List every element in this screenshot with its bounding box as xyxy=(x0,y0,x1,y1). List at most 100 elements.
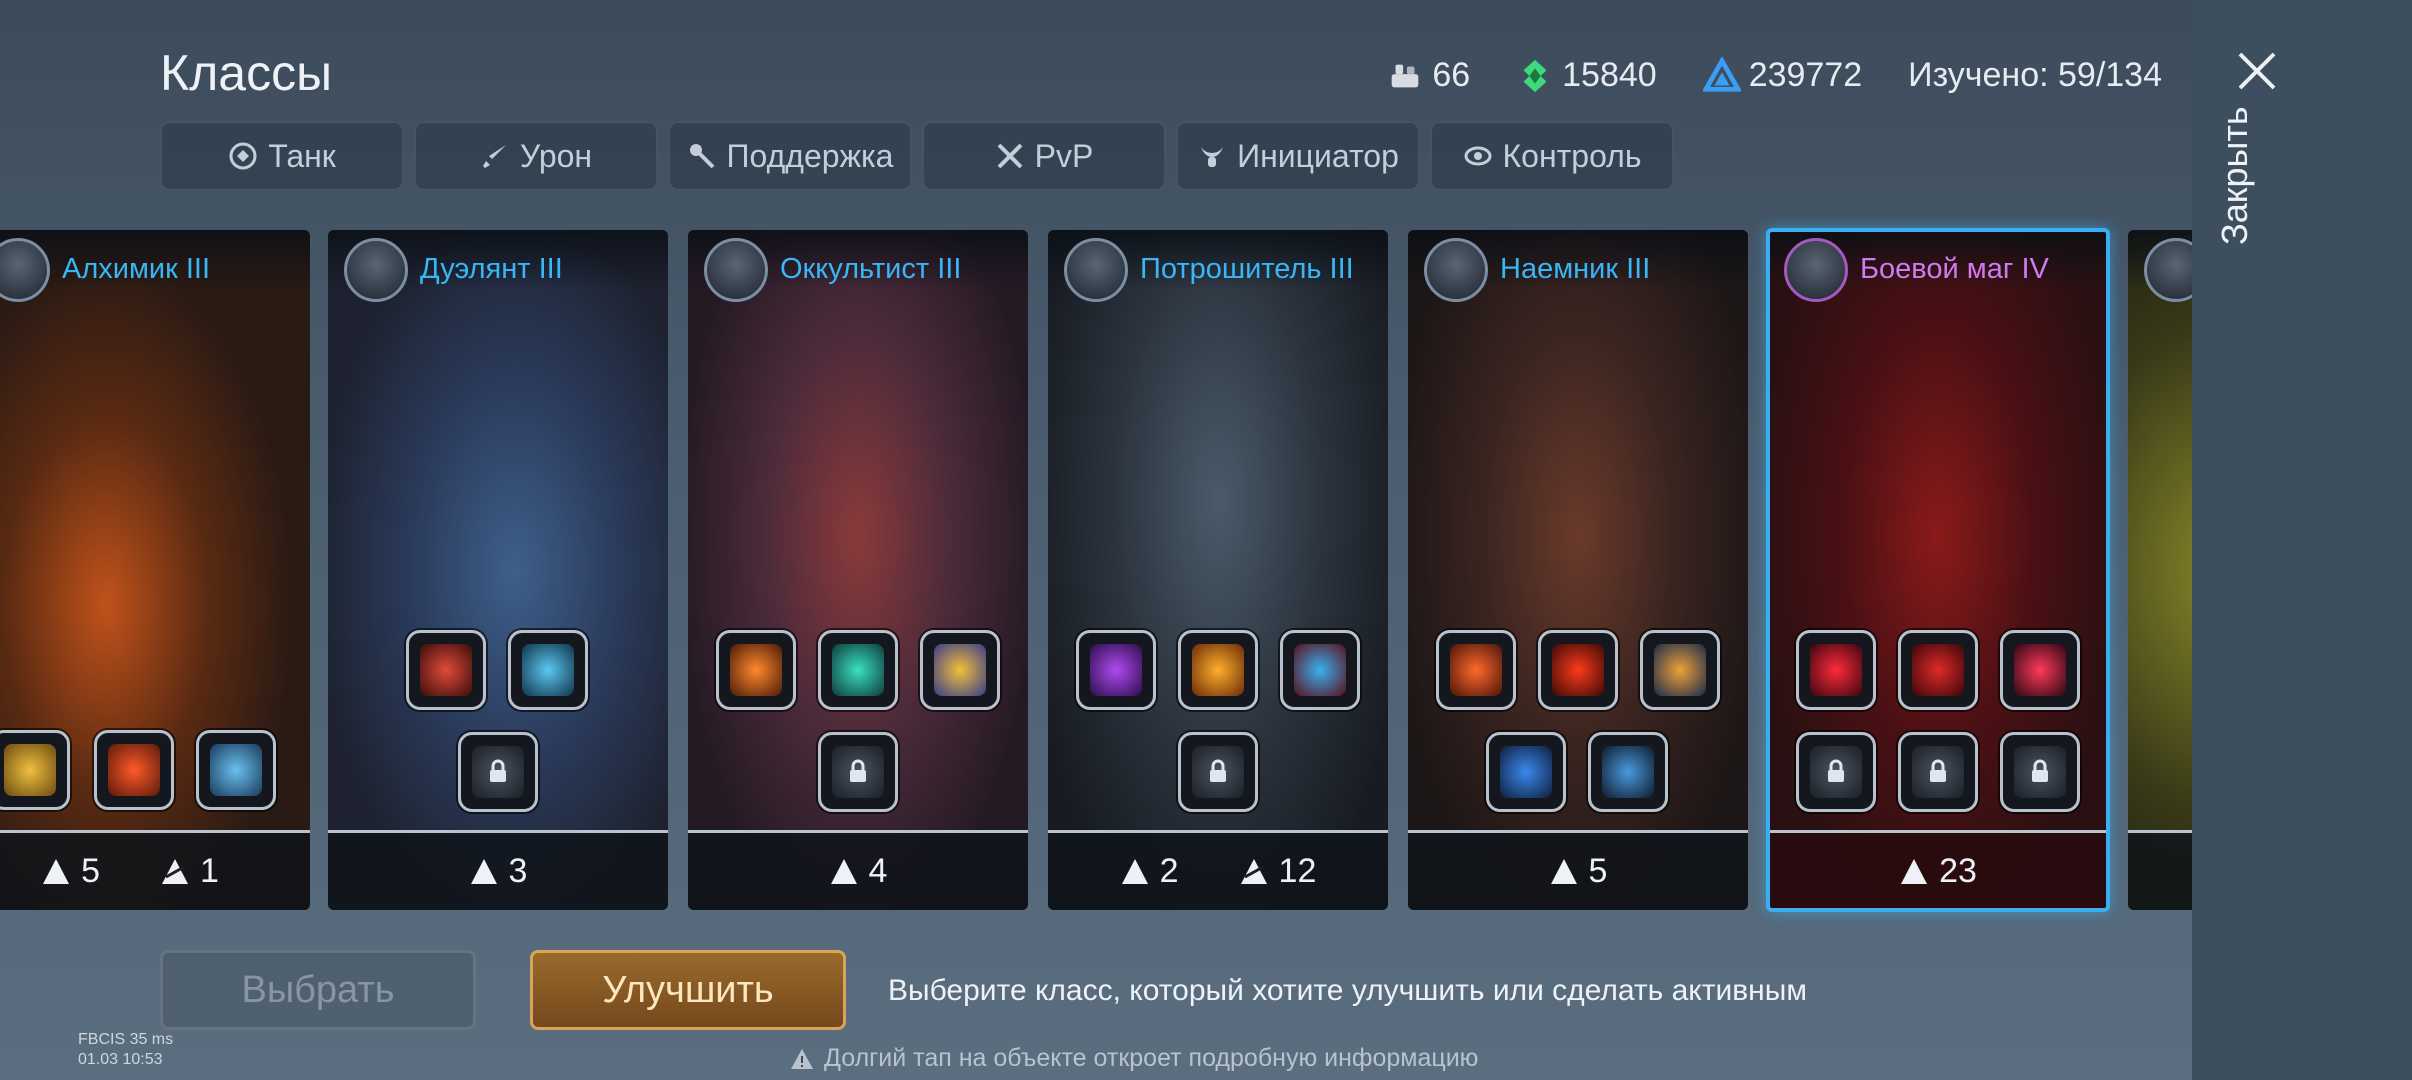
eye-icon xyxy=(1464,146,1491,166)
debug-overlay: FBCIS 35 ms 01.03 10:53 xyxy=(78,1030,173,1070)
broken-rune-count: 1 xyxy=(160,852,219,891)
lock-icon xyxy=(1930,759,1946,782)
class-card-battle-mage[interactable]: Боевой маг IV 23 xyxy=(1768,230,2108,910)
skill-slot[interactable] xyxy=(1538,630,1618,710)
skill-slot[interactable] xyxy=(94,730,174,810)
skill-slot-locked[interactable] xyxy=(458,732,538,812)
page-title: Классы xyxy=(160,45,333,101)
resource-bar: 66 15840 239772 Изучено: 59/134 xyxy=(1386,56,2162,95)
hint-text: Выберите класс, который хотите улучшить … xyxy=(888,974,1807,1007)
skill-slot-locked[interactable] xyxy=(1178,732,1258,812)
skill-slot[interactable] xyxy=(1280,630,1360,710)
class-avatar xyxy=(1424,238,1488,302)
staff-icon xyxy=(689,144,714,169)
skill-slot-locked[interactable] xyxy=(818,732,898,812)
card-header: Оккультист III xyxy=(688,230,1028,302)
class-card-mercenary[interactable]: Наемник III 5 xyxy=(1408,230,1748,910)
horns-icon xyxy=(1201,147,1224,167)
skill-slot[interactable] xyxy=(0,730,70,810)
class-card-partial[interactable] xyxy=(2128,230,2192,910)
skill-slot[interactable] xyxy=(1436,630,1516,710)
lock-icon xyxy=(2032,759,2048,782)
warning-icon xyxy=(791,1048,813,1069)
skill-slot[interactable] xyxy=(1796,630,1876,710)
resource-blue-triangle: 239772 xyxy=(1702,56,1863,95)
close-icon[interactable] xyxy=(2232,46,2282,96)
select-button[interactable]: Выбрать xyxy=(160,950,476,1030)
rune-count: 23 xyxy=(1899,852,1977,891)
learned-counter: Изучено: 59/134 xyxy=(1908,56,2162,94)
skill-slot[interactable] xyxy=(1178,630,1258,710)
lock-icon xyxy=(1210,759,1226,782)
skill-slot[interactable] xyxy=(1588,732,1668,812)
tab-initiator[interactable]: Инициатор xyxy=(1176,121,1420,191)
skill-slot[interactable] xyxy=(818,630,898,710)
blue-triangle-icon xyxy=(1702,56,1741,92)
broken-rune-count: 12 xyxy=(1239,852,1316,891)
class-filter-tabs: Танк Урон Поддержка PvP Инициатор Контро… xyxy=(160,121,1674,191)
footnote-text: Долгий тап на объекте откроет подробную … xyxy=(824,1044,1479,1072)
class-avatar xyxy=(704,238,768,302)
footnote: Долгий тап на объекте откроет подробную … xyxy=(790,1044,1478,1073)
skill-slot[interactable] xyxy=(1898,630,1978,710)
class-name: Алхимик III xyxy=(62,252,211,285)
class-portrait xyxy=(1408,230,1748,910)
tab-pvp[interactable]: PvP xyxy=(922,121,1166,191)
class-card-occultist[interactable]: Оккультист III 4 xyxy=(688,230,1028,910)
card-header: Боевой маг IV xyxy=(1768,230,2108,302)
card-header: Наемник III xyxy=(1408,230,1748,302)
skill-slot[interactable] xyxy=(1640,630,1720,710)
tab-support[interactable]: Поддержка xyxy=(668,121,912,191)
rune-count: 2 xyxy=(1120,852,1179,891)
side-panel: Закрыть xyxy=(2192,0,2412,1080)
shield-icon xyxy=(229,142,257,170)
class-avatar xyxy=(1784,238,1848,302)
resource-value: 239772 xyxy=(1748,56,1863,94)
class-card-ripper[interactable]: Потрошитель III 2 12 xyxy=(1048,230,1388,910)
skill-slot[interactable] xyxy=(716,630,796,710)
classes-screen: Классы 66 15840 239772 Изучено: 59/134 Т… xyxy=(0,0,2192,1080)
tab-damage[interactable]: Урон xyxy=(414,121,658,191)
skill-slot[interactable] xyxy=(1076,630,1156,710)
card-header xyxy=(2128,230,2192,302)
close-button[interactable]: Закрыть xyxy=(2214,106,2256,245)
crossed-swords-icon xyxy=(997,143,1023,169)
card-footer: 2 12 xyxy=(1048,833,1388,910)
sword-icon xyxy=(482,145,506,168)
resource-ingot: 66 xyxy=(1386,56,1470,95)
resource-green-crystal: 15840 xyxy=(1516,56,1657,95)
tab-tank[interactable]: Танк xyxy=(160,121,404,191)
class-name: Оккультист III xyxy=(780,252,962,285)
tab-label: Инициатор xyxy=(1237,137,1399,174)
skill-slot[interactable] xyxy=(1486,732,1566,812)
skill-slot-locked[interactable] xyxy=(1898,732,1978,812)
card-header: Дуэлянт III xyxy=(328,230,668,302)
lock-icon xyxy=(1828,759,1844,782)
skill-slot[interactable] xyxy=(2000,630,2080,710)
tab-label: Урон xyxy=(519,137,593,174)
skill-slot[interactable] xyxy=(920,630,1000,710)
skill-slot[interactable] xyxy=(196,730,276,810)
class-avatar xyxy=(1064,238,1128,302)
class-card-duelist[interactable]: Дуэлянт III 3 xyxy=(328,230,668,910)
skill-slot[interactable] xyxy=(508,630,588,710)
class-portrait xyxy=(2128,230,2192,910)
tab-control[interactable]: Контроль xyxy=(1430,121,1674,191)
tab-label: Танк xyxy=(268,137,336,174)
rune-icon xyxy=(43,858,70,884)
card-header: Алхимик III xyxy=(0,230,310,302)
skill-slot[interactable] xyxy=(406,630,486,710)
class-name: Боевой маг IV xyxy=(1860,252,2049,285)
tab-label: PvP xyxy=(1034,137,1094,174)
upgrade-button[interactable]: Улучшить xyxy=(530,950,846,1030)
lock-icon xyxy=(850,759,866,782)
rune-icon xyxy=(470,858,497,884)
rune-icon xyxy=(830,858,857,884)
skill-slot-locked[interactable] xyxy=(1796,732,1876,812)
class-card-alchemist[interactable]: Алхимик III 5 1 xyxy=(0,230,310,910)
skill-slot-locked[interactable] xyxy=(2000,732,2080,812)
card-footer: 23 xyxy=(1768,833,2108,910)
debug-line: 01.03 10:53 xyxy=(78,1051,163,1068)
card-footer: 4 xyxy=(688,833,1028,910)
card-footer: 3 xyxy=(328,833,668,910)
